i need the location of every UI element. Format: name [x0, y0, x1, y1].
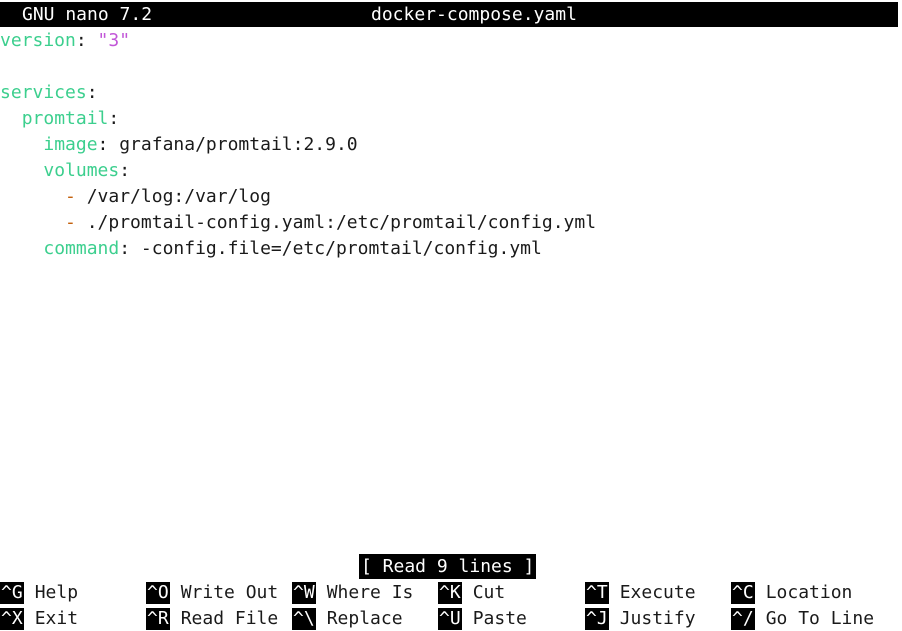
code-text: :	[86, 82, 98, 103]
code-text: :	[119, 160, 131, 181]
shortcut-read-file[interactable]: ^R Read File	[146, 607, 278, 631]
shortcut-replace[interactable]: ^\ Replace	[292, 607, 403, 631]
code-text: :	[75, 30, 98, 51]
shortcut-label: Where Is	[326, 582, 414, 603]
yaml-key: promtail	[21, 108, 109, 129]
shortcut-label: Location	[765, 582, 853, 603]
shortcut-label: Paste	[472, 608, 527, 629]
shortcut-label: Justify	[619, 608, 696, 629]
code-line[interactable]: version: "3"	[0, 28, 902, 54]
shortcut-key: ^U	[438, 608, 462, 630]
shortcut-help[interactable]: ^G Help	[0, 581, 78, 605]
code-text: : grafana/promtail:2.9.0	[97, 134, 358, 155]
yaml-key: services	[0, 82, 87, 103]
code-text: : -config.file=/etc/promtail/config.yml	[119, 238, 542, 259]
shortcut-write-out[interactable]: ^O Write Out	[146, 581, 278, 605]
shortcut-label: Read File	[180, 608, 279, 629]
shortcut-key: ^C	[731, 582, 755, 604]
code-line[interactable]	[0, 54, 902, 80]
yaml-string: "3"	[97, 30, 131, 51]
shortcut-where-is[interactable]: ^W Where Is	[292, 581, 413, 605]
shortcut-label: Help	[34, 582, 79, 603]
app-version: GNU nano 7.2	[22, 4, 153, 25]
code-line[interactable]: services:	[0, 80, 902, 106]
shortcut-execute[interactable]: ^T Execute	[585, 581, 696, 605]
code-line[interactable]: volumes:	[0, 158, 902, 184]
shortcut-key: ^R	[146, 608, 170, 630]
shortcut-key: ^/	[731, 608, 755, 630]
shortcut-label: Replace	[326, 608, 403, 629]
shortcut-cut[interactable]: ^K Cut	[438, 581, 505, 605]
shortcut-key: ^\	[292, 608, 316, 630]
shortcut-paste[interactable]: ^U Paste	[438, 607, 527, 631]
shortcut-go-to-line[interactable]: ^/ Go To Line	[731, 607, 874, 631]
editor-buffer[interactable]: version: "3" services: promtail: image: g…	[0, 28, 902, 262]
code-line[interactable]: - /var/log:/var/log	[0, 184, 902, 210]
yaml-key: command	[43, 238, 120, 259]
code-text: /var/log:/var/log	[75, 186, 271, 207]
code-text: :	[108, 108, 120, 129]
code-line[interactable]: command: -config.file=/etc/promtail/conf…	[0, 236, 902, 262]
shortcut-key: ^X	[0, 608, 24, 630]
title-bar: GNU nano 7.2 docker-compose.yaml	[0, 2, 898, 27]
shortcut-justify[interactable]: ^J Justify	[585, 607, 696, 631]
shortcut-key: ^G	[0, 582, 24, 604]
shortcut-key: ^O	[146, 582, 170, 604]
shortcut-label: Execute	[619, 582, 696, 603]
yaml-key: volumes	[43, 160, 120, 181]
yaml-key: image	[43, 134, 98, 155]
code-line[interactable]: promtail:	[0, 106, 902, 132]
code-line[interactable]: - ./promtail-config.yaml:/etc/promtail/c…	[0, 210, 902, 236]
status-message: [ Read 9 lines ]	[359, 554, 537, 579]
shortcut-key: ^K	[438, 582, 462, 604]
code-line[interactable]: image: grafana/promtail:2.9.0	[0, 132, 902, 158]
shortcut-key: ^J	[585, 608, 609, 630]
file-name: docker-compose.yaml	[371, 4, 577, 25]
shortcut-key: ^W	[292, 582, 316, 604]
shortcut-location[interactable]: ^C Location	[731, 581, 852, 605]
list-dash: -	[65, 186, 76, 207]
shortcut-label: Write Out	[180, 582, 279, 603]
shortcut-label: Cut	[472, 582, 506, 603]
shortcut-label: Go To Line	[765, 608, 875, 629]
shortcut-label: Exit	[34, 608, 79, 629]
yaml-key: version	[0, 30, 76, 51]
list-dash: -	[65, 212, 76, 233]
shortcut-key: ^T	[585, 582, 609, 604]
shortcut-exit[interactable]: ^X Exit	[0, 607, 78, 631]
shortcut-bar: ^G Help ^X Exit ^O Write Out ^R Read File ^W Wher…	[0, 580, 902, 631]
code-text: ./promtail-config.yaml:/etc/promtail/con…	[75, 212, 597, 233]
